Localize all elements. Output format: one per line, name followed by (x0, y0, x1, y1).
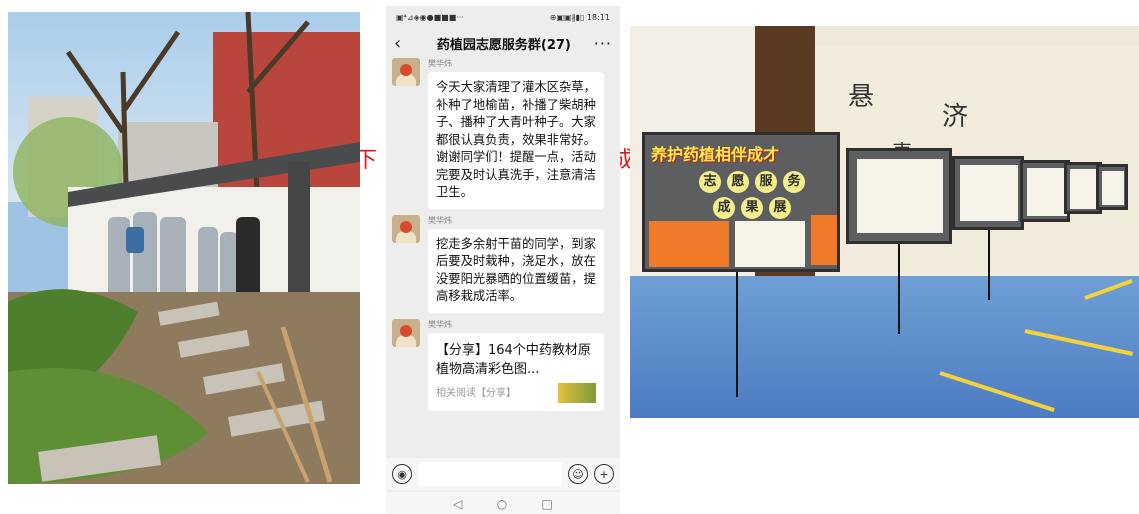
back-icon[interactable]: ‹ (394, 33, 414, 54)
share-subtitle: 相关阅读【分享】 (436, 388, 516, 399)
input-bar: ◉ ☺ + (386, 458, 620, 490)
board-subtitle-char: 愿 (727, 171, 749, 193)
avatar[interactable] (392, 214, 420, 243)
exhibit-board (846, 148, 952, 244)
exhibit-board (1096, 164, 1128, 210)
share-card[interactable]: 【分享】164个中药教材原植物高清彩色图... 相关阅读【分享】 (428, 332, 604, 411)
board-subtitle-char: 服 (755, 171, 777, 193)
status-right: ⊕▣▣∦▮▯ 18:11 (549, 12, 610, 22)
message-bubble[interactable]: 挖走多余射干苗的同学，到家后要及时栽种，浇足水，放在没要阳光暴晒的位置缓苗，提高… (428, 228, 604, 313)
message: 樊华炜 今天大家清理了灌木区杂草，补种了地榆苗，补播了柴胡种子、播种了大青叶种子… (392, 58, 614, 209)
sender-name: 樊华炜 (428, 215, 452, 225)
exhibit-board-main: 养护药植相伴成才 志 愿 服 务 成 果 展 (642, 132, 840, 272)
more-icon[interactable]: ··· (594, 34, 612, 53)
status-left: ▣⁴⊿◈◉●■■■··· (396, 12, 464, 22)
message-input[interactable] (418, 462, 562, 486)
garden-photo (8, 12, 360, 484)
recent-square-icon[interactable]: □ (542, 497, 553, 511)
plus-icon[interactable]: + (594, 464, 614, 484)
board-subtitle-char: 成 (713, 197, 735, 219)
calligraphy-char: 悬 (848, 82, 875, 112)
sender-name: 樊华炜 (428, 59, 452, 68)
chat-title: 药植园志愿服务群(27) (436, 37, 571, 53)
board-subtitle-char: 务 (783, 171, 805, 193)
sender-name: 樊华炜 (428, 319, 452, 329)
message-list: 樊华炜 今天大家清理了灌木区杂草，补种了地榆苗，补播了柴胡种子、播种了大青叶种子… (386, 58, 620, 411)
avatar[interactable] (392, 58, 420, 86)
board-title: 养护药植相伴成才 (651, 145, 780, 164)
message: 樊华炜 挖走多余射干苗的同学，到家后要及时栽种，浇足水，放在没要阳光暴晒的位置缓… (392, 214, 614, 313)
chat-nav-bar: ‹ 药植园志愿服务群(27) ··· (386, 28, 620, 58)
chat-screen: ▣⁴⊿◈◉●■■■··· ⊕▣▣∦▮▯ 18:11 ‹ 药植园志愿服务群(27)… (386, 6, 620, 514)
avatar[interactable] (392, 318, 420, 347)
voice-icon[interactable]: ◉ (392, 464, 412, 484)
exhibition-photo: 悬 壶 济 养护药植相伴成才 志 愿 服 务 成 果 展 (630, 26, 1139, 418)
board-subtitle-char: 志 (699, 171, 721, 193)
board-subtitle-char: 展 (769, 197, 791, 219)
share-thumbnail (558, 382, 596, 403)
exhibit-board (1020, 160, 1070, 222)
status-bar: ▣⁴⊿◈◉●■■■··· ⊕▣▣∦▮▯ 18:11 (386, 6, 620, 28)
share-title: 【分享】164个中药教材原植物高清彩色图... (436, 342, 591, 377)
home-circle-icon[interactable]: ○ (497, 497, 507, 511)
emoji-icon[interactable]: ☺ (568, 464, 588, 484)
message-bubble[interactable]: 今天大家清理了灌木区杂草，补种了地榆苗，补播了柴胡种子、播种了大青叶种子。大家都… (428, 72, 604, 209)
system-nav-bar: ◁ ○ □ (386, 492, 620, 514)
message: 樊华炜 【分享】164个中药教材原植物高清彩色图... 相关阅读【分享】 (392, 318, 614, 411)
board-subtitle-char: 果 (741, 197, 763, 219)
exhibit-board (952, 156, 1024, 230)
calligraphy-char: 济 (942, 102, 969, 132)
back-triangle-icon[interactable]: ◁ (453, 497, 462, 511)
